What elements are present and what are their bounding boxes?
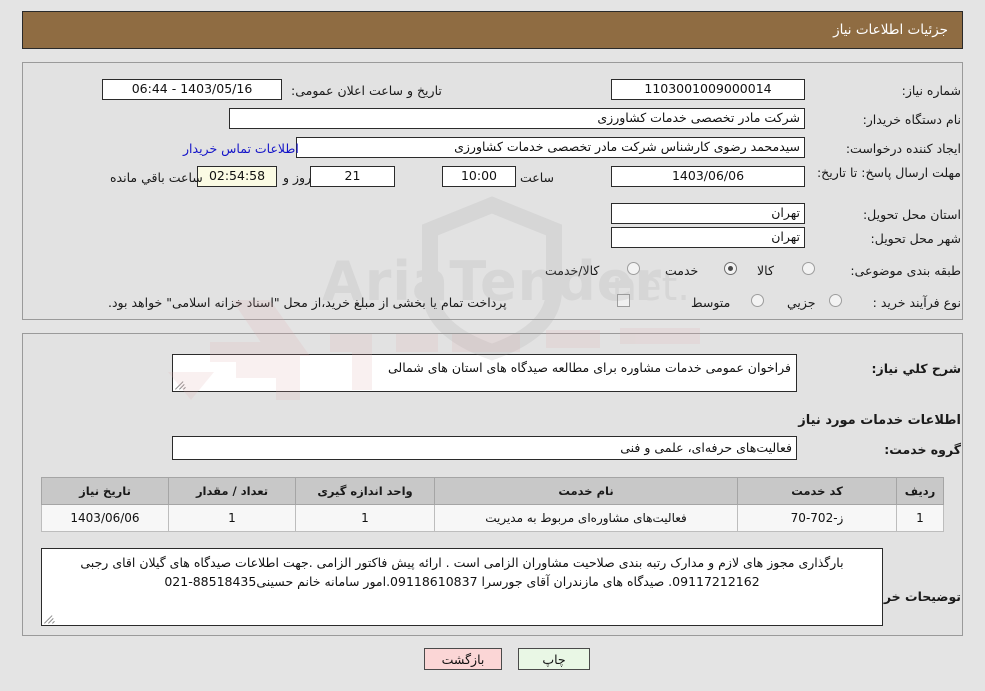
radio-process-jozi[interactable]: [829, 294, 842, 307]
payment-note-text: پرداخت تمام یا بخشی از مبلغ خرید،از محل …: [108, 295, 507, 310]
buyer-contact-link[interactable]: اطلاعات تماس خریدار: [183, 141, 299, 156]
services-section-title: اطلاعات خدمات مورد نیاز: [798, 413, 961, 428]
cell-radif: 1: [896, 504, 944, 532]
radio-category-kala-label: کالا: [757, 263, 774, 278]
col-name: نام خدمت: [434, 477, 738, 505]
deadline-date-field[interactable]: 1403/06/06: [611, 166, 805, 187]
table-row[interactable]: 1 ز-702-70 فعالیت‌های مشاوره‌ای مربوط به…: [41, 504, 944, 532]
col-unit: واحد اندازه گیری: [295, 477, 435, 505]
radio-category-kala-khedmat-label: کالا/خدمت: [545, 263, 600, 278]
resize-grip-icon[interactable]: [175, 378, 187, 390]
requester-field[interactable]: سیدمحمد رضوی کارشناس شرکت مادر تخصصی خدم…: [296, 137, 805, 158]
radio-category-kala[interactable]: [802, 262, 815, 275]
summary-label: شرح کلي نیاز:: [871, 361, 961, 376]
radio-category-kala-khedmat[interactable]: [627, 262, 640, 275]
back-button[interactable]: بازگشت: [424, 648, 502, 670]
radio-category-khedmat-label: خدمت: [665, 263, 699, 278]
col-date: تاریخ نیاز: [41, 477, 169, 505]
print-button[interactable]: چاپ: [518, 648, 590, 670]
summary-textarea[interactable]: فراخوان عمومی خدمات مشاوره برای مطالعه ص…: [172, 354, 797, 392]
requester-label: ایجاد کننده درخواست:: [845, 141, 961, 156]
need-number-field[interactable]: 1103001009000014: [611, 79, 805, 100]
services-table: ردیف کد خدمت نام خدمت واحد اندازه گیری ت…: [41, 477, 944, 532]
city-field[interactable]: تهران: [611, 227, 805, 248]
radio-process-jozi-label: جزیي: [787, 295, 816, 310]
remaining-time-label: ساعت باقي مانده: [110, 170, 203, 185]
page-root: AriaTender .net جزئیات اطلاعات نیاز شمار…: [0, 0, 985, 691]
col-qty: تعداد / مقدار: [168, 477, 296, 505]
summary-text: فراخوان عمومی خدمات مشاوره برای مطالعه ص…: [387, 360, 791, 375]
remaining-days-label: روز و: [283, 170, 312, 185]
cell-date: 1403/06/06: [41, 504, 169, 532]
announce-datetime-label: تاریخ و ساعت اعلان عمومی:: [291, 83, 442, 98]
city-label: شهر محل تحویل:: [870, 231, 961, 246]
process-label: نوع فرآیند خرید :: [872, 295, 961, 310]
need-info-panel: [22, 62, 963, 320]
buyer-org-label: نام دستگاه خریدار:: [862, 112, 961, 127]
deadline-hour-label: ساعت: [520, 170, 555, 185]
deadline-hour-field[interactable]: 10:00: [442, 166, 516, 187]
radio-process-motavasset-label: متوسط: [691, 295, 731, 310]
province-field[interactable]: تهران: [611, 203, 805, 224]
table-header-row: ردیف کد خدمت نام خدمت واحد اندازه گیری ت…: [41, 477, 944, 505]
payment-note-checkbox[interactable]: [617, 294, 630, 307]
cell-name: فعالیت‌های مشاوره‌ای مربوط به مدیریت: [434, 504, 738, 532]
need-number-label: شماره نیاز:: [901, 83, 961, 98]
service-group-label: گروه خدمت:: [884, 442, 961, 457]
deadline-label: مهلت ارسال پاسخ: تا تاریخ:: [816, 165, 961, 180]
remaining-time-countdown: 02:54:58: [197, 166, 277, 187]
col-radif: ردیف: [896, 477, 944, 505]
remaining-days-field[interactable]: 21: [310, 166, 395, 187]
buyer-notes-text: بارگذاری مجوز های لازم و مدارک رتبه بندی…: [80, 555, 844, 589]
service-group-field[interactable]: فعالیت‌های حرفه‌ای، علمی و فنی: [172, 436, 797, 460]
radio-category-khedmat[interactable]: [724, 262, 737, 275]
resize-grip-icon-notes[interactable]: [44, 612, 56, 624]
page-title: جزئیات اطلاعات نیاز: [833, 22, 948, 38]
announce-datetime-field[interactable]: 1403/05/16 - 06:44: [102, 79, 282, 100]
page-header: جزئیات اطلاعات نیاز: [22, 11, 963, 49]
cell-code: ز-702-70: [737, 504, 897, 532]
buyer-notes-textarea[interactable]: بارگذاری مجوز های لازم و مدارک رتبه بندی…: [41, 548, 883, 626]
radio-process-motavasset[interactable]: [751, 294, 764, 307]
buyer-org-field[interactable]: شرکت مادر تخصصی خدمات کشاورزی: [229, 108, 805, 129]
cell-qty: 1: [168, 504, 296, 532]
category-label: طبقه بندی موضوعی:: [850, 263, 961, 278]
cell-unit: 1: [295, 504, 435, 532]
col-code: کد خدمت: [737, 477, 897, 505]
province-label: استان محل تحویل:: [862, 207, 961, 222]
